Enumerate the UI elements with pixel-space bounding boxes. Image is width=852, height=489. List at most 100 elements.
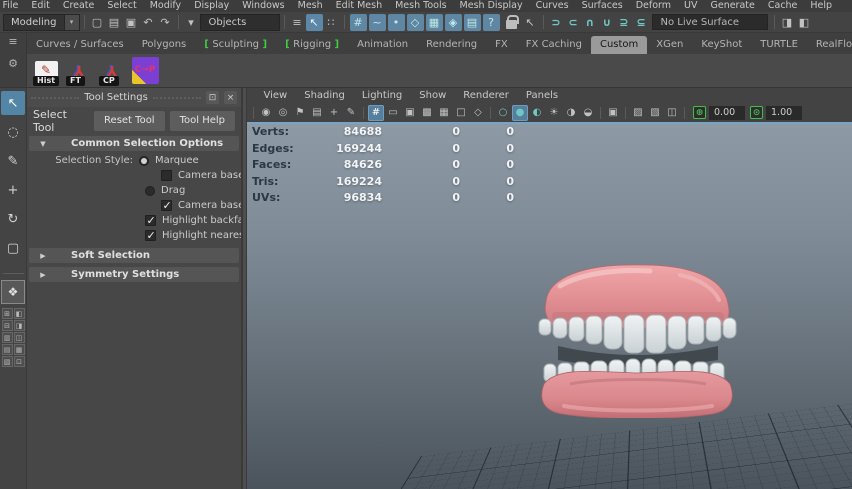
- separator[interactable]: [773, 15, 775, 29]
- safe-action-icon[interactable]: □: [453, 105, 469, 121]
- shelf-tab[interactable]: XGen: [647, 36, 692, 54]
- attribute-editor-toggle-icon[interactable]: ◧: [796, 14, 813, 31]
- shelf-menu-icon[interactable]: ≡: [8, 36, 17, 47]
- resolution-gate-icon[interactable]: ▣: [402, 105, 418, 121]
- separator[interactable]: [600, 106, 601, 119]
- undo-icon[interactable]: ↶: [140, 14, 157, 31]
- layout-four-view-button[interactable]: ▧: [1, 356, 13, 367]
- menu-item[interactable]: Curves: [529, 0, 575, 12]
- layout-persp-graph-button[interactable]: ⊟: [1, 320, 13, 331]
- film-gate-icon[interactable]: ▭: [385, 105, 401, 121]
- select-component-icon[interactable]: ∷: [323, 14, 340, 31]
- highlight-selection-mode-icon[interactable]: ↖: [522, 14, 539, 31]
- textured-icon[interactable]: ◐: [529, 105, 545, 121]
- panel-menu-item[interactable]: Panels: [517, 90, 566, 101]
- menu-item[interactable]: Mesh Display: [453, 0, 529, 12]
- separator[interactable]: [490, 106, 491, 119]
- panel-menu-item[interactable]: Renderer: [455, 90, 518, 101]
- shelf-curve-to-poly-button[interactable]: C→P: [129, 54, 161, 86]
- selection-mask-caret-icon[interactable]: ▾: [183, 14, 200, 31]
- select-hierarchy-icon[interactable]: ≡: [289, 14, 306, 31]
- scale-tool-icon[interactable]: ▢: [1, 236, 25, 260]
- tool-help-button[interactable]: Tool Help: [169, 110, 235, 131]
- lock-selection-icon[interactable]: [505, 14, 519, 29]
- menu-item[interactable]: Select: [101, 0, 143, 12]
- use-all-lights-icon[interactable]: ☀: [546, 105, 562, 121]
- menu-item[interactable]: UV: [678, 0, 704, 12]
- shelf-tab[interactable]: Custom: [590, 35, 648, 54]
- live-surface-field[interactable]: No Live Surface: [651, 14, 768, 30]
- menu-set-dropdown[interactable]: Modeling ▾: [3, 13, 80, 31]
- camera-based-paint-checkbox[interactable]: [161, 199, 172, 212]
- exposure-control[interactable]: ⊕ 0.00: [693, 105, 745, 120]
- shelf-tab[interactable]: FX Caching: [517, 36, 591, 54]
- select-tool-icon[interactable]: ↖: [1, 91, 25, 115]
- redo-icon[interactable]: ↷: [157, 14, 174, 31]
- construction-history-icon[interactable]: ⊃: [548, 14, 565, 31]
- menu-item[interactable]: Deform: [629, 0, 677, 12]
- gate-mask-icon[interactable]: ▩: [419, 105, 435, 121]
- menu-item[interactable]: File: [0, 0, 25, 12]
- wireframe-icon[interactable]: ○: [495, 105, 511, 121]
- separator[interactable]: [684, 106, 685, 119]
- gamma-value[interactable]: 1.00: [766, 105, 802, 120]
- shelf-tab[interactable]: TURTLE: [751, 36, 807, 54]
- move-tool-icon[interactable]: +: [1, 178, 25, 202]
- new-scene-icon[interactable]: ▢: [89, 14, 106, 31]
- close-icon[interactable]: ×: [224, 91, 237, 104]
- shelf-tab[interactable]: FX: [486, 36, 517, 54]
- separator[interactable]: [343, 15, 345, 29]
- menu-item[interactable]: Create: [56, 0, 101, 12]
- panel-menu-item[interactable]: Show: [411, 90, 455, 101]
- paint-select-tool-icon[interactable]: ✎: [1, 149, 25, 173]
- shelf-tab[interactable]: Animation: [348, 36, 417, 54]
- panel-menu-item[interactable]: View: [255, 90, 296, 101]
- shelf-ft-button[interactable]: Y FT: [63, 54, 95, 87]
- panel-menu-item[interactable]: Lighting: [353, 90, 410, 101]
- drag-handle[interactable]: [31, 96, 80, 99]
- shelf-tab[interactable]: KeyShot: [692, 36, 751, 54]
- xray-icon[interactable]: ▨: [630, 105, 646, 121]
- lasso-tool-icon[interactable]: ◌: [1, 120, 25, 144]
- layout-two-pane-button[interactable]: ▤: [1, 344, 13, 355]
- input-operations-icon[interactable]: ▤: [463, 13, 481, 31]
- snap-to-projected-center-icon[interactable]: ◇: [406, 13, 424, 31]
- separator[interactable]: [542, 15, 544, 29]
- menu-item[interactable]: Generate: [704, 0, 761, 12]
- menu-item[interactable]: Mesh Tools: [389, 0, 453, 12]
- safe-title-icon[interactable]: ◇: [470, 105, 486, 121]
- viewport-3d-view[interactable]: Verts: 84688 0 0 Edges: 169244 0 0 Faces…: [247, 122, 852, 489]
- layout-single-pane-button[interactable]: ❖: [1, 280, 25, 304]
- render-setup-icon[interactable]: ⊇: [616, 14, 633, 31]
- menu-item[interactable]: Mesh: [291, 0, 329, 12]
- select-object-icon[interactable]: ↖: [305, 13, 323, 31]
- shelf-cp-button[interactable]: Y CP: [96, 54, 128, 87]
- drag-radio[interactable]: [145, 185, 155, 196]
- separator[interactable]: [177, 15, 179, 29]
- shelf-tab[interactable]: Rigging: [276, 36, 348, 54]
- layout-outliner-persp-button[interactable]: ◨: [13, 320, 25, 331]
- drag-handle[interactable]: [152, 96, 201, 99]
- float-panel-icon[interactable]: ⊡: [206, 91, 219, 104]
- menu-item[interactable]: Edit Mesh: [329, 0, 388, 12]
- shelf-tab[interactable]: Sculpting: [195, 36, 276, 54]
- menu-item[interactable]: Display: [188, 0, 236, 12]
- menu-item[interactable]: Surfaces: [575, 0, 629, 12]
- menu-item[interactable]: Help: [804, 0, 839, 12]
- snap-to-points-icon[interactable]: •: [387, 13, 405, 31]
- grease-pencil-icon[interactable]: ✎: [343, 105, 359, 121]
- separator[interactable]: [253, 106, 254, 119]
- layout-three-pane-button[interactable]: ▦: [13, 344, 25, 355]
- shelf-tab[interactable]: Polygons: [133, 36, 196, 54]
- layout-custom-button[interactable]: ⊡: [13, 356, 25, 367]
- camera-based-selection-checkbox[interactable]: [161, 170, 172, 181]
- modeling-toolkit-toggle-icon[interactable]: ◨: [779, 14, 796, 31]
- shadows-icon[interactable]: ◑: [563, 105, 579, 121]
- snap-to-view-planes-icon[interactable]: ▦: [425, 13, 443, 31]
- section-symmetry-settings[interactable]: Symmetry Settings: [29, 267, 239, 282]
- xray-joints-icon[interactable]: ▧: [647, 105, 663, 121]
- grid-toggle-icon[interactable]: #: [368, 104, 384, 121]
- layout-persp-outliner-button[interactable]: ◧: [13, 308, 25, 319]
- ipr-render-icon[interactable]: ∪: [599, 14, 616, 31]
- separator[interactable]: [83, 15, 85, 29]
